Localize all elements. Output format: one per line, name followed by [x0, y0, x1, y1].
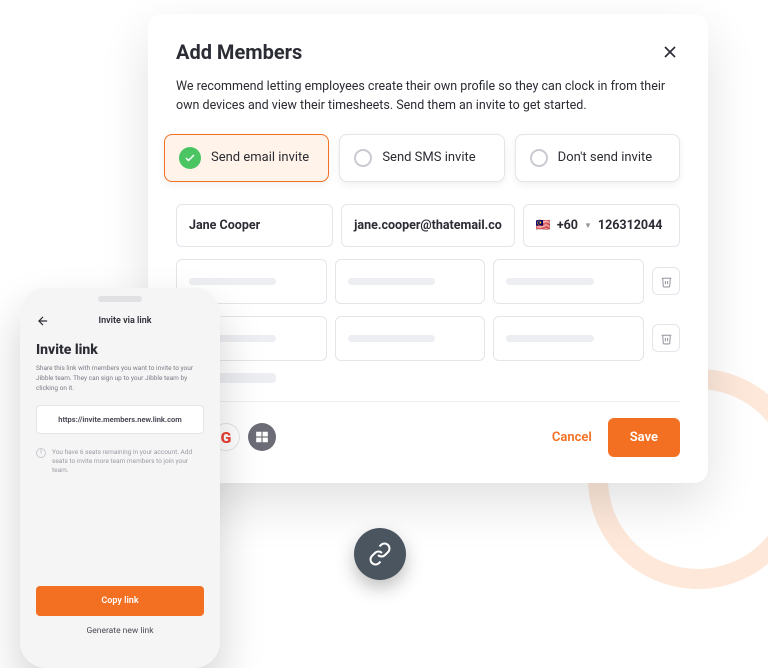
phone-number: 126312044 [598, 218, 663, 233]
email-input[interactable] [335, 316, 486, 361]
country-code: +60 [557, 218, 578, 233]
option-label: Send SMS invite [382, 150, 475, 165]
mobile-page-title: Invite link [36, 342, 204, 358]
mobile-header-title: Invite via link [60, 316, 190, 326]
mobile-mockup: Invite via link Invite link Share this l… [20, 288, 220, 668]
back-icon[interactable] [36, 314, 50, 328]
link-badge[interactable] [354, 528, 406, 580]
name-input[interactable]: Jane Cooper [176, 204, 333, 247]
mobile-description: Share this link with members you want to… [36, 364, 204, 393]
email-input[interactable]: jane.cooper@thatemail.co [341, 204, 515, 247]
option-send-email[interactable]: Send email invite [164, 134, 329, 182]
invite-type-options: Send email invite Send SMS invite Don't … [164, 134, 680, 182]
option-label: Send email invite [211, 150, 309, 165]
generate-link-button[interactable]: Generate new link [36, 626, 204, 636]
modal-description: We recommend letting employees create th… [176, 78, 680, 116]
cancel-button[interactable]: Cancel [546, 420, 598, 455]
option-dont-send[interactable]: Don't send invite [515, 134, 680, 182]
member-row: Jane Cooper jane.cooper@thatemail.co 🇲🇾 … [176, 204, 680, 247]
link-icon [368, 542, 392, 566]
chevron-down-icon: ▼ [584, 221, 592, 230]
windows-import-button[interactable] [248, 423, 276, 451]
option-send-sms[interactable]: Send SMS invite [339, 134, 504, 182]
radio-icon [354, 149, 372, 167]
info-icon: ! [36, 448, 46, 458]
radio-icon [530, 149, 548, 167]
copy-link-button[interactable]: Copy link [36, 586, 204, 616]
save-button[interactable]: Save [608, 418, 680, 457]
flag-icon: 🇲🇾 [536, 218, 551, 232]
option-label: Don't send invite [558, 150, 653, 165]
modal-title: Add Members [176, 40, 302, 64]
check-icon [179, 147, 201, 169]
email-input[interactable] [335, 259, 486, 304]
member-row-placeholder [176, 316, 680, 361]
add-members-modal: Add Members We recommend letting employe… [148, 14, 708, 483]
delete-row-button[interactable] [652, 267, 680, 295]
delete-row-button[interactable] [652, 324, 680, 352]
member-row-placeholder [176, 259, 680, 304]
invite-link-field[interactable]: https://invite.members.new.link.com [36, 405, 204, 434]
close-icon[interactable] [660, 42, 680, 62]
phone-input[interactable] [493, 316, 644, 361]
phone-input[interactable] [493, 259, 644, 304]
seats-info: ! You have 6 seats remaining in your acc… [36, 448, 204, 475]
phone-input[interactable]: 🇲🇾 +60 ▼ 126312044 [523, 204, 680, 247]
